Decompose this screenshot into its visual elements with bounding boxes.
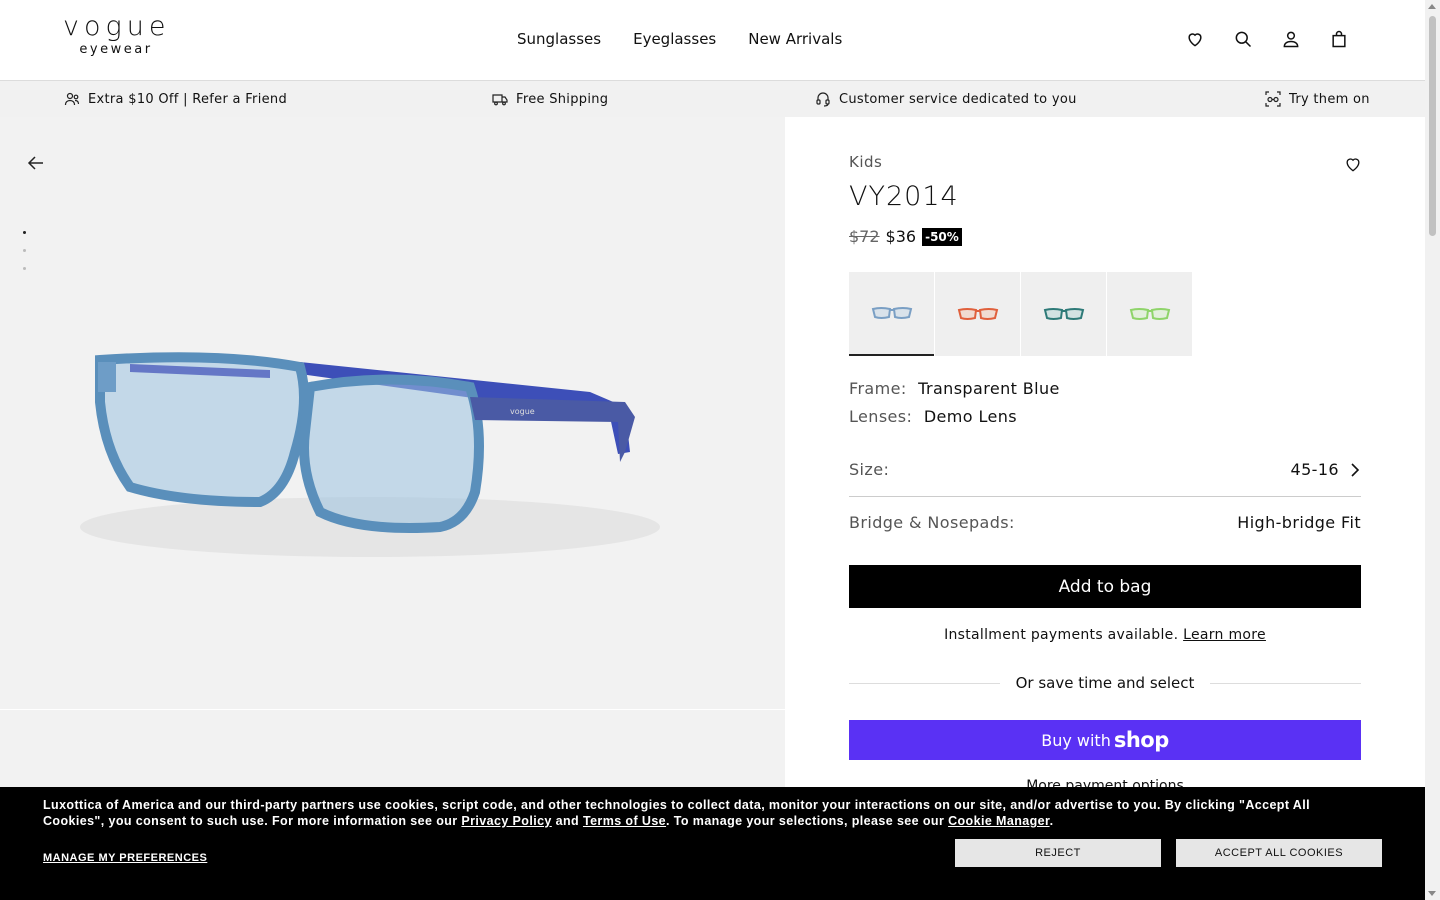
privacy-policy-link[interactable]: Privacy Policy <box>461 814 551 828</box>
product-image-glasses: vogue <box>80 352 660 557</box>
nav-item-eyeglasses[interactable]: Eyeglasses <box>633 30 716 48</box>
installment-text: Installment payments available. <box>944 627 1179 643</box>
manage-preferences-link[interactable]: MANAGE MY PREFERENCES <box>43 852 207 864</box>
benefit-shipping-label: Free Shipping <box>516 91 609 107</box>
page-scrollbar[interactable] <box>1425 0 1440 900</box>
brand-logo[interactable]: vogue eyewear <box>63 12 167 58</box>
installment-info: Installment payments available. Learn mo… <box>849 627 1361 643</box>
gallery-pagination <box>23 231 26 270</box>
benefit-customer-service[interactable]: Customer service dedicated to you <box>815 91 1077 107</box>
benefit-customer-service-label: Customer service dedicated to you <box>839 91 1077 107</box>
product-price: $72 $36 -50% <box>849 227 962 246</box>
swatch-glasses-icon <box>957 308 998 320</box>
lenses-value: Demo Lens <box>923 407 1018 426</box>
scroll-down-arrow-icon[interactable] <box>1428 891 1436 896</box>
divider-line <box>1210 682 1361 684</box>
truck-icon <box>492 94 508 106</box>
divider <box>849 496 1361 497</box>
lenses-label: Lenses: <box>849 407 913 426</box>
cookie-text-part: . <box>1049 814 1054 828</box>
frame-value: Transparent Blue <box>918 379 1060 398</box>
size-selector[interactable]: Size: 45-16 <box>849 460 1361 479</box>
reject-button[interactable]: REJECT <box>955 839 1161 867</box>
bridge-value: High-bridge Fit <box>1237 513 1361 532</box>
lenses-attribute: Lenses: Demo Lens <box>849 407 1017 426</box>
swatch-transparent-blue[interactable] <box>849 272 934 356</box>
benefit-refer[interactable]: Extra $10 Off | Refer a Friend <box>64 91 287 107</box>
size-value: 45-16 <box>1290 460 1339 479</box>
benefit-try-on-label: Try them on <box>1289 91 1370 107</box>
refer-icon <box>64 92 80 106</box>
search-icon[interactable] <box>1233 29 1253 49</box>
benefits-bar: Extra $10 Off | Refer a Friend Free Ship… <box>0 81 1425 117</box>
shop-logo: shop <box>1113 728 1169 752</box>
swatch-glasses-icon <box>1043 308 1084 320</box>
cookie-manager-link[interactable]: Cookie Manager <box>948 814 1049 828</box>
terms-of-use-link[interactable]: Terms of Use <box>583 814 666 828</box>
product-gallery: vogue <box>0 117 785 709</box>
logo-main-text: vogue <box>63 11 171 42</box>
swatch-green[interactable] <box>1107 272 1192 356</box>
color-swatches <box>849 272 1192 356</box>
swatch-glasses-icon <box>871 307 912 319</box>
chevron-right-icon <box>1351 462 1360 477</box>
current-price: $36 <box>885 227 917 246</box>
nav-item-sunglasses[interactable]: Sunglasses <box>517 30 601 48</box>
swatch-teal[interactable] <box>1021 272 1106 356</box>
or-save-divider: Or save time and select <box>849 674 1361 692</box>
buy-with-shop-button[interactable]: Buy with shop <box>849 720 1361 760</box>
add-to-bag-button[interactable]: Add to bag <box>849 565 1361 608</box>
accept-all-cookies-button[interactable]: ACCEPT ALL COOKIES <box>1176 839 1382 867</box>
frame-label: Frame: <box>849 379 907 398</box>
site-header: vogue eyewear Sunglasses Eyeglasses New … <box>0 0 1425 81</box>
size-value-group: 45-16 <box>1291 460 1362 479</box>
user-icon[interactable] <box>1281 29 1301 49</box>
headset-icon <box>816 92 830 107</box>
bag-icon[interactable] <box>1329 29 1349 49</box>
benefit-try-on[interactable]: Try them on <box>1265 91 1370 107</box>
benefit-shipping[interactable]: Free Shipping <box>492 91 608 107</box>
bridge-label: Bridge & Nosepads: <box>849 513 1015 532</box>
svg-text:vogue: vogue <box>510 407 535 416</box>
swatch-glasses-icon <box>1129 308 1170 320</box>
cookie-text: Luxottica of America and our third-party… <box>43 797 1373 829</box>
learn-more-link[interactable]: Learn more <box>1183 627 1266 643</box>
cookie-banner: Luxottica of America and our third-party… <box>0 787 1425 900</box>
benefit-refer-label: Extra $10 Off | Refer a Friend <box>88 91 287 107</box>
gallery-dot[interactable] <box>23 267 26 270</box>
scroll-up-arrow-icon[interactable] <box>1428 4 1436 9</box>
bridge-nosepads-row: Bridge & Nosepads: High-bridge Fit <box>849 513 1361 532</box>
or-save-text: Or save time and select <box>1015 674 1195 692</box>
header-actions <box>1185 29 1349 49</box>
logo-sub-text: eyewear <box>79 42 153 57</box>
scroll-thumb[interactable] <box>1429 16 1436 236</box>
cookie-text-part: and <box>551 814 583 828</box>
gallery-dot[interactable] <box>23 231 26 234</box>
heart-icon[interactable] <box>1185 29 1205 49</box>
size-label: Size: <box>849 460 890 479</box>
nav-item-new-arrivals[interactable]: New Arrivals <box>748 30 842 48</box>
frame-attribute: Frame: Transparent Blue <box>849 379 1060 398</box>
old-price: $72 <box>849 227 880 246</box>
gallery-dot[interactable] <box>23 249 26 252</box>
wishlist-heart-icon[interactable] <box>1343 154 1363 174</box>
product-title: VY2014 <box>849 181 959 212</box>
main-nav: Sunglasses Eyeglasses New Arrivals <box>517 30 842 48</box>
discount-badge: -50% <box>922 227 962 246</box>
cookie-text-part: . To manage your selections, please see … <box>666 814 949 828</box>
buy-with-text: Buy with <box>1041 730 1111 750</box>
swatch-orange[interactable] <box>935 272 1020 356</box>
divider-line <box>849 682 1000 684</box>
back-arrow-icon[interactable] <box>26 153 46 173</box>
product-category: Kids <box>849 153 883 171</box>
try-on-icon <box>1265 91 1281 107</box>
